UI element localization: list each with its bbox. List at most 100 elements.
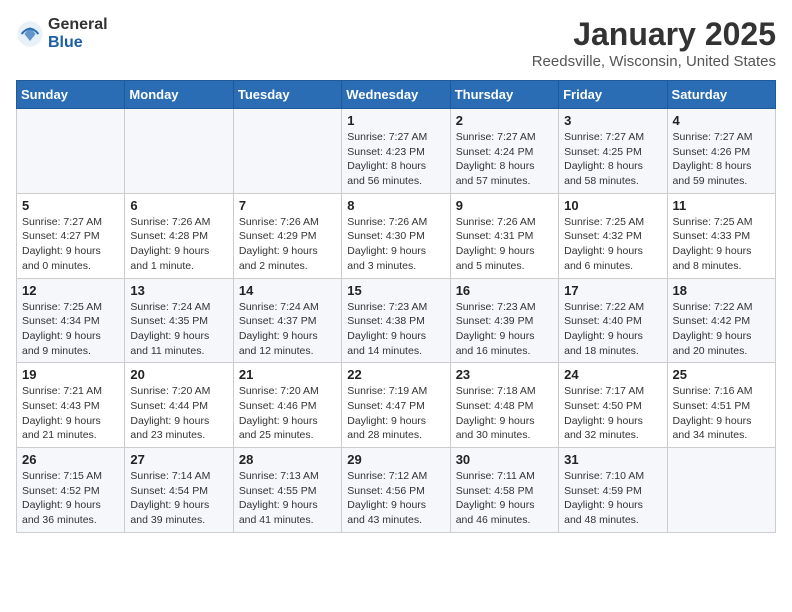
day-info: Sunrise: 7:23 AM Sunset: 4:39 PM Dayligh… (456, 300, 553, 359)
day-info: Sunrise: 7:26 AM Sunset: 4:30 PM Dayligh… (347, 215, 444, 274)
calendar-cell: 9 Sunrise: 7:26 AM Sunset: 4:31 PM Daylig… (450, 193, 558, 278)
calendar-cell: 7 Sunrise: 7:26 AM Sunset: 4:29 PM Daylig… (233, 193, 341, 278)
day-number: 6 (130, 198, 227, 213)
day-number: 26 (22, 452, 119, 467)
calendar-cell: 14 Sunrise: 7:24 AM Sunset: 4:37 PM Dayli… (233, 278, 341, 363)
calendar-cell: 23 Sunrise: 7:18 AM Sunset: 4:48 PM Dayli… (450, 363, 558, 448)
day-info: Sunrise: 7:17 AM Sunset: 4:50 PM Dayligh… (564, 384, 661, 443)
calendar-cell: 21Sunrise: 7:20 AM Sunset: 4:46 PM Dayli… (233, 363, 341, 448)
day-info: Sunrise: 7:22 AM Sunset: 4:40 PM Dayligh… (564, 300, 661, 359)
calendar-cell: 4 Sunrise: 7:27 AM Sunset: 4:26 PM Daylig… (667, 109, 775, 194)
day-number: 10 (564, 198, 661, 213)
calendar-cell: 19 Sunrise: 7:21 AM Sunset: 4:43 PM Dayli… (17, 363, 125, 448)
calendar-cell: 17 Sunrise: 7:22 AM Sunset: 4:40 PM Dayli… (559, 278, 667, 363)
header-row: SundayMondayTuesdayWednesdayThursdayFrid… (17, 81, 776, 109)
day-number: 11 (673, 198, 770, 213)
calendar-cell: 1 Sunrise: 7:27 AM Sunset: 4:23 PM Daylig… (342, 109, 450, 194)
calendar-cell: 11 Sunrise: 7:25 AM Sunset: 4:33 PM Dayli… (667, 193, 775, 278)
calendar-cell: 15 Sunrise: 7:23 AM Sunset: 4:38 PM Dayli… (342, 278, 450, 363)
header-cell-wednesday: Wednesday (342, 81, 450, 109)
day-info: Sunrise: 7:20 AM Sunset: 4:46 PM Dayligh… (239, 384, 336, 443)
header-cell-friday: Friday (559, 81, 667, 109)
day-info: Sunrise: 7:18 AM Sunset: 4:48 PM Dayligh… (456, 384, 553, 443)
day-number: 9 (456, 198, 553, 213)
calendar-cell (667, 448, 775, 533)
day-number: 12 (22, 283, 119, 298)
calendar-table: SundayMondayTuesdayWednesdayThursdayFrid… (16, 80, 776, 533)
day-number: 15 (347, 283, 444, 298)
calendar-week-row: 1 Sunrise: 7:27 AM Sunset: 4:23 PM Daylig… (17, 109, 776, 194)
calendar-cell (233, 109, 341, 194)
day-info: Sunrise: 7:24 AM Sunset: 4:37 PM Dayligh… (239, 300, 336, 359)
day-info: Sunrise: 7:14 AM Sunset: 4:54 PM Dayligh… (130, 469, 227, 528)
day-info: Sunrise: 7:25 AM Sunset: 4:34 PM Dayligh… (22, 300, 119, 359)
day-info: Sunrise: 7:27 AM Sunset: 4:24 PM Dayligh… (456, 130, 553, 189)
logo: General Blue (16, 16, 108, 51)
day-number: 16 (456, 283, 553, 298)
day-number: 19 (22, 367, 119, 382)
calendar-cell: 18 Sunrise: 7:22 AM Sunset: 4:42 PM Dayli… (667, 278, 775, 363)
calendar-cell: 2Sunrise: 7:27 AM Sunset: 4:24 PM Daylig… (450, 109, 558, 194)
calendar-cell: 30 Sunrise: 7:11 AM Sunset: 4:58 PM Dayli… (450, 448, 558, 533)
day-number: 13 (130, 283, 227, 298)
calendar-cell: 28Sunrise: 7:13 AM Sunset: 4:55 PM Dayli… (233, 448, 341, 533)
day-info: Sunrise: 7:26 AM Sunset: 4:29 PM Dayligh… (239, 215, 336, 274)
location-text: Reedsville, Wisconsin, United States (532, 53, 776, 70)
day-info: Sunrise: 7:27 AM Sunset: 4:26 PM Dayligh… (673, 130, 770, 189)
day-number: 17 (564, 283, 661, 298)
day-number: 8 (347, 198, 444, 213)
header-cell-thursday: Thursday (450, 81, 558, 109)
logo-general-text: General (48, 16, 108, 34)
page-header: General Blue January 2025 Reedsville, Wi… (16, 16, 776, 70)
day-info: Sunrise: 7:24 AM Sunset: 4:35 PM Dayligh… (130, 300, 227, 359)
calendar-cell: 29 Sunrise: 7:12 AM Sunset: 4:56 PM Dayli… (342, 448, 450, 533)
day-info: Sunrise: 7:11 AM Sunset: 4:58 PM Dayligh… (456, 469, 553, 528)
header-cell-saturday: Saturday (667, 81, 775, 109)
day-number: 20 (130, 367, 227, 382)
day-number: 7 (239, 198, 336, 213)
day-info: Sunrise: 7:16 AM Sunset: 4:51 PM Dayligh… (673, 384, 770, 443)
day-info: Sunrise: 7:23 AM Sunset: 4:38 PM Dayligh… (347, 300, 444, 359)
calendar-cell: 27Sunrise: 7:14 AM Sunset: 4:54 PM Dayli… (125, 448, 233, 533)
day-number: 18 (673, 283, 770, 298)
month-title: January 2025 (532, 16, 776, 53)
calendar-cell: 6Sunrise: 7:26 AM Sunset: 4:28 PM Daylig… (125, 193, 233, 278)
day-info: Sunrise: 7:22 AM Sunset: 4:42 PM Dayligh… (673, 300, 770, 359)
calendar-body: 1 Sunrise: 7:27 AM Sunset: 4:23 PM Daylig… (17, 109, 776, 533)
day-number: 23 (456, 367, 553, 382)
day-number: 1 (347, 113, 444, 128)
day-number: 29 (347, 452, 444, 467)
day-info: Sunrise: 7:21 AM Sunset: 4:43 PM Dayligh… (22, 384, 119, 443)
calendar-header: SundayMondayTuesdayWednesdayThursdayFrid… (17, 81, 776, 109)
calendar-cell (125, 109, 233, 194)
logo-icon (16, 20, 44, 48)
day-info: Sunrise: 7:13 AM Sunset: 4:55 PM Dayligh… (239, 469, 336, 528)
calendar-cell: 31Sunrise: 7:10 AM Sunset: 4:59 PM Dayli… (559, 448, 667, 533)
day-info: Sunrise: 7:25 AM Sunset: 4:33 PM Dayligh… (673, 215, 770, 274)
day-info: Sunrise: 7:26 AM Sunset: 4:31 PM Dayligh… (456, 215, 553, 274)
calendar-cell: 8 Sunrise: 7:26 AM Sunset: 4:30 PM Daylig… (342, 193, 450, 278)
calendar-week-row: 12 Sunrise: 7:25 AM Sunset: 4:34 PM Dayli… (17, 278, 776, 363)
day-number: 3 (564, 113, 661, 128)
calendar-cell: 22Sunrise: 7:19 AM Sunset: 4:47 PM Dayli… (342, 363, 450, 448)
header-cell-sunday: Sunday (17, 81, 125, 109)
calendar-cell: 24Sunrise: 7:17 AM Sunset: 4:50 PM Dayli… (559, 363, 667, 448)
day-number: 14 (239, 283, 336, 298)
title-block: January 2025 Reedsville, Wisconsin, Unit… (532, 16, 776, 70)
day-info: Sunrise: 7:27 AM Sunset: 4:25 PM Dayligh… (564, 130, 661, 189)
calendar-cell: 5 Sunrise: 7:27 AM Sunset: 4:27 PM Daylig… (17, 193, 125, 278)
calendar-cell: 13 Sunrise: 7:24 AM Sunset: 4:35 PM Dayli… (125, 278, 233, 363)
logo-blue-text: Blue (48, 34, 108, 52)
day-info: Sunrise: 7:12 AM Sunset: 4:56 PM Dayligh… (347, 469, 444, 528)
day-number: 4 (673, 113, 770, 128)
day-number: 30 (456, 452, 553, 467)
day-number: 5 (22, 198, 119, 213)
day-info: Sunrise: 7:27 AM Sunset: 4:23 PM Dayligh… (347, 130, 444, 189)
calendar-cell: 10Sunrise: 7:25 AM Sunset: 4:32 PM Dayli… (559, 193, 667, 278)
day-info: Sunrise: 7:15 AM Sunset: 4:52 PM Dayligh… (22, 469, 119, 528)
day-info: Sunrise: 7:27 AM Sunset: 4:27 PM Dayligh… (22, 215, 119, 274)
calendar-cell: 25Sunrise: 7:16 AM Sunset: 4:51 PM Dayli… (667, 363, 775, 448)
day-info: Sunrise: 7:19 AM Sunset: 4:47 PM Dayligh… (347, 384, 444, 443)
calendar-week-row: 26 Sunrise: 7:15 AM Sunset: 4:52 PM Dayli… (17, 448, 776, 533)
calendar-cell: 12 Sunrise: 7:25 AM Sunset: 4:34 PM Dayli… (17, 278, 125, 363)
